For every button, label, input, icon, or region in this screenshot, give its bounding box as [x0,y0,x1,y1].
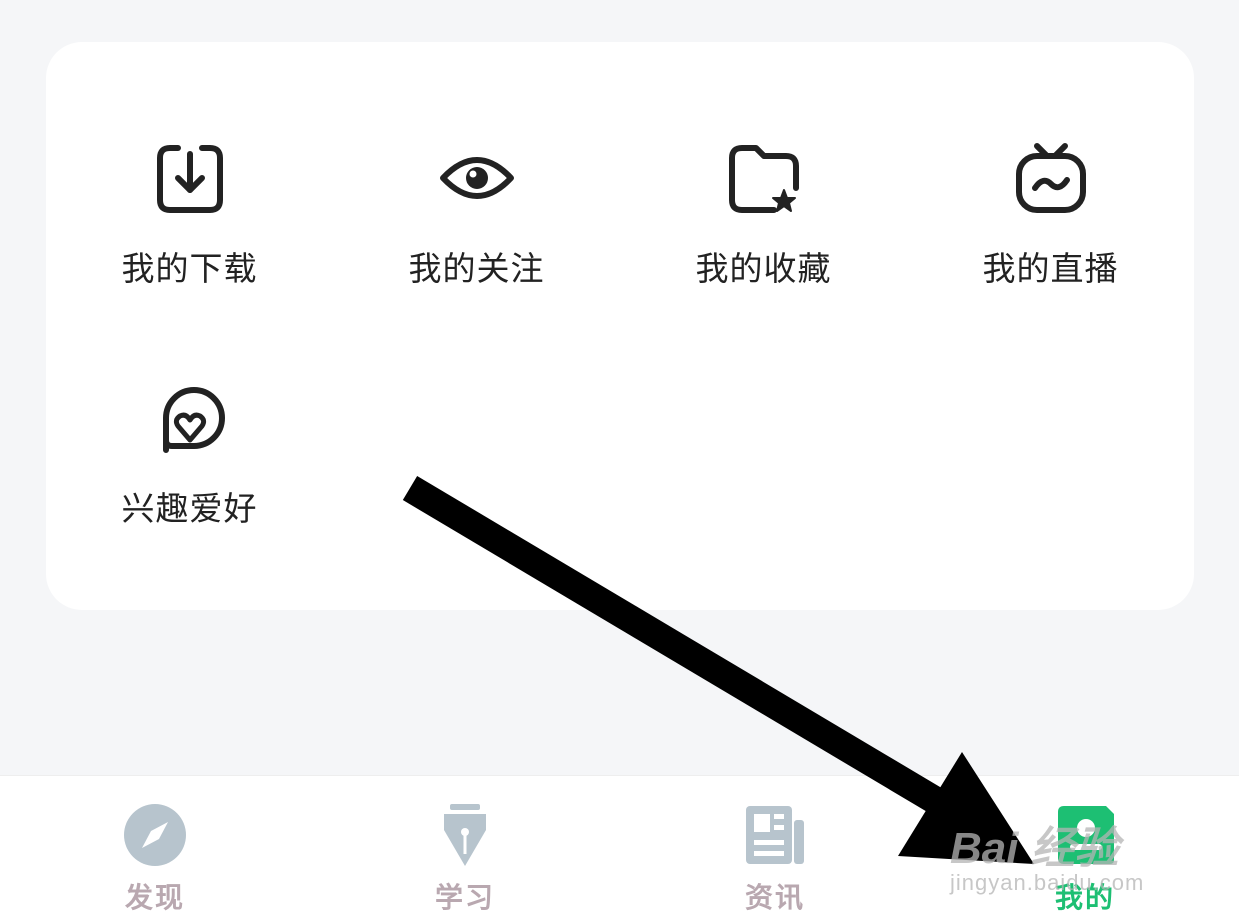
tab-label: 发现 [124,881,185,914]
grid-item-label: 我的收藏 [695,249,832,288]
grid-item-downloads[interactable]: 我的下载 [46,42,333,288]
tab-learn[interactable]: 学习 [310,776,620,924]
tv-icon [1011,138,1091,218]
my-features-card: 我的下载 我的关注 我的收藏 我的直播 兴趣爱好 [46,42,1194,610]
pen-nib-icon [430,800,500,870]
tab-discover[interactable]: 发现 [0,776,310,924]
folder-star-icon [724,138,804,218]
grid-item-label: 我的直播 [982,249,1119,288]
tab-label: 资讯 [744,881,805,914]
grid-item-live[interactable]: 我的直播 [907,42,1194,288]
tab-label: 学习 [434,881,495,914]
grid-item-label: 我的关注 [408,249,545,288]
tab-news[interactable]: 资讯 [620,776,930,924]
eye-icon [437,138,517,218]
compass-icon [120,800,190,870]
grid-item-following[interactable]: 我的关注 [333,42,620,288]
grid-item-label: 兴趣爱好 [121,489,258,528]
tab-mine[interactable]: 我的 [930,776,1239,924]
download-icon [150,138,230,218]
grid-item-favorites[interactable]: 我的收藏 [620,42,907,288]
screen: 我的下载 我的关注 我的收藏 我的直播 兴趣爱好 发现 学习 资讯 我的 Bai… [0,0,1239,924]
grid-item-hobbies[interactable]: 兴趣爱好 [46,282,333,528]
heart-bubble-icon [150,378,230,458]
bottom-tab-bar: 发现 学习 资讯 我的 [0,775,1239,924]
tab-label: 我的 [1054,881,1115,914]
profile-icon [1050,800,1120,870]
news-icon [740,800,810,870]
